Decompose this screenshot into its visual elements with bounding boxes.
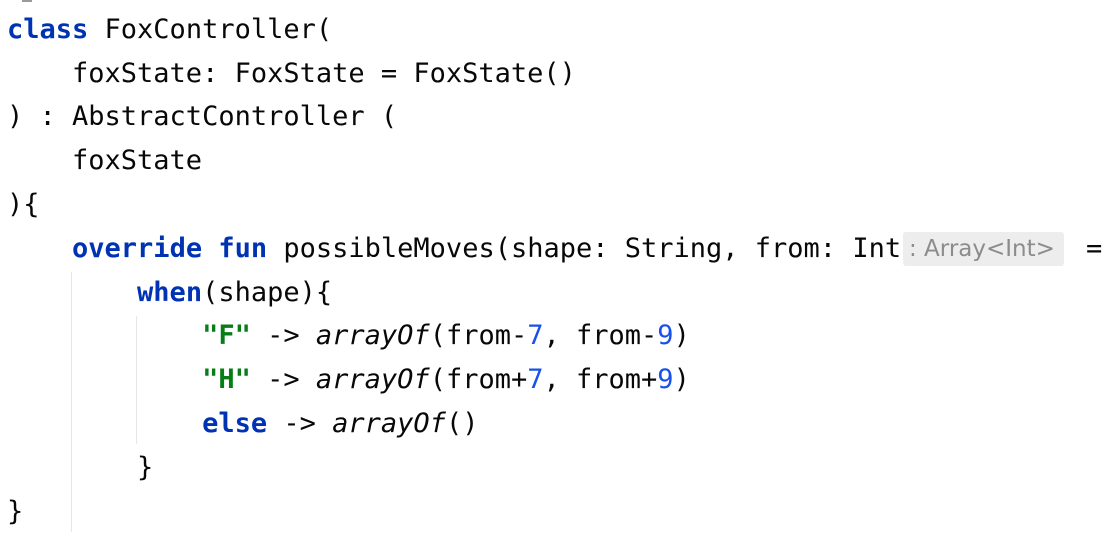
keyword: else	[202, 408, 268, 439]
code-line-11[interactable]: }	[7, 446, 153, 490]
keyword: fun	[218, 233, 268, 264]
code-line-1[interactable]: class FoxController(	[7, 8, 332, 52]
string-literal: "H"	[202, 364, 251, 395]
superclass-arg: foxState	[7, 145, 203, 176]
number-literal: 9	[657, 320, 674, 351]
number-literal: 7	[527, 320, 544, 351]
expression: (from+	[429, 364, 528, 395]
code-line-2[interactable]: foxState: FoxState = FoxState()	[7, 52, 576, 96]
fold-marker	[22, 0, 32, 2]
expression: , from+	[543, 364, 658, 395]
expression: ()	[445, 408, 479, 439]
expression: )	[673, 364, 690, 395]
keyword: class	[7, 14, 89, 45]
code-line-4[interactable]: foxState	[7, 139, 202, 183]
keyword: override	[72, 233, 203, 264]
code-line-10[interactable]: else -> arrayOf()	[7, 402, 478, 446]
superclass-declaration: ) : AbstractController (	[7, 101, 398, 132]
arrow: ->	[250, 320, 316, 351]
code-line-7[interactable]: when(shape){	[7, 271, 332, 315]
constructor-param: foxState: FoxState = FoxState()	[7, 58, 576, 89]
expression: )	[673, 320, 690, 351]
code-line-9[interactable]: "H" -> arrayOf(from+7, from+9)	[7, 358, 690, 402]
code-line-8[interactable]: "F" -> arrayOf(from-7, from-9)	[7, 314, 690, 358]
code-line-5[interactable]: ){	[7, 183, 40, 227]
number-literal: 7	[527, 364, 544, 395]
keyword: when	[137, 277, 203, 308]
class-body-open: ){	[7, 189, 40, 220]
assignment-operator: =	[1086, 233, 1103, 264]
function-call: arrayOf	[315, 320, 430, 351]
code-line-6[interactable]: override fun possibleMoves(shape: String…	[7, 227, 917, 271]
number-literal: 9	[657, 364, 674, 395]
arrow: ->	[267, 408, 333, 439]
arrow: ->	[250, 364, 316, 395]
inlay-type-hint[interactable]: : Array<Int>	[903, 232, 1064, 266]
when-subject: (shape){	[202, 277, 333, 308]
expression: (from-	[429, 320, 528, 351]
when-close: }	[7, 452, 154, 483]
code-editor[interactable]: class FoxController( foxState: FoxState …	[0, 0, 1117, 543]
expression: , from-	[543, 320, 658, 351]
code-line-3[interactable]: ) : AbstractController (	[7, 95, 397, 139]
class-close: }	[7, 496, 24, 527]
code-line-12[interactable]: }	[7, 490, 23, 534]
function-signature: possibleMoves(shape: String, from: Int)	[267, 233, 918, 264]
function-call: arrayOf	[332, 408, 446, 439]
class-declaration: FoxController(	[88, 14, 333, 45]
string-literal: "F"	[202, 320, 251, 351]
function-call: arrayOf	[315, 364, 430, 395]
